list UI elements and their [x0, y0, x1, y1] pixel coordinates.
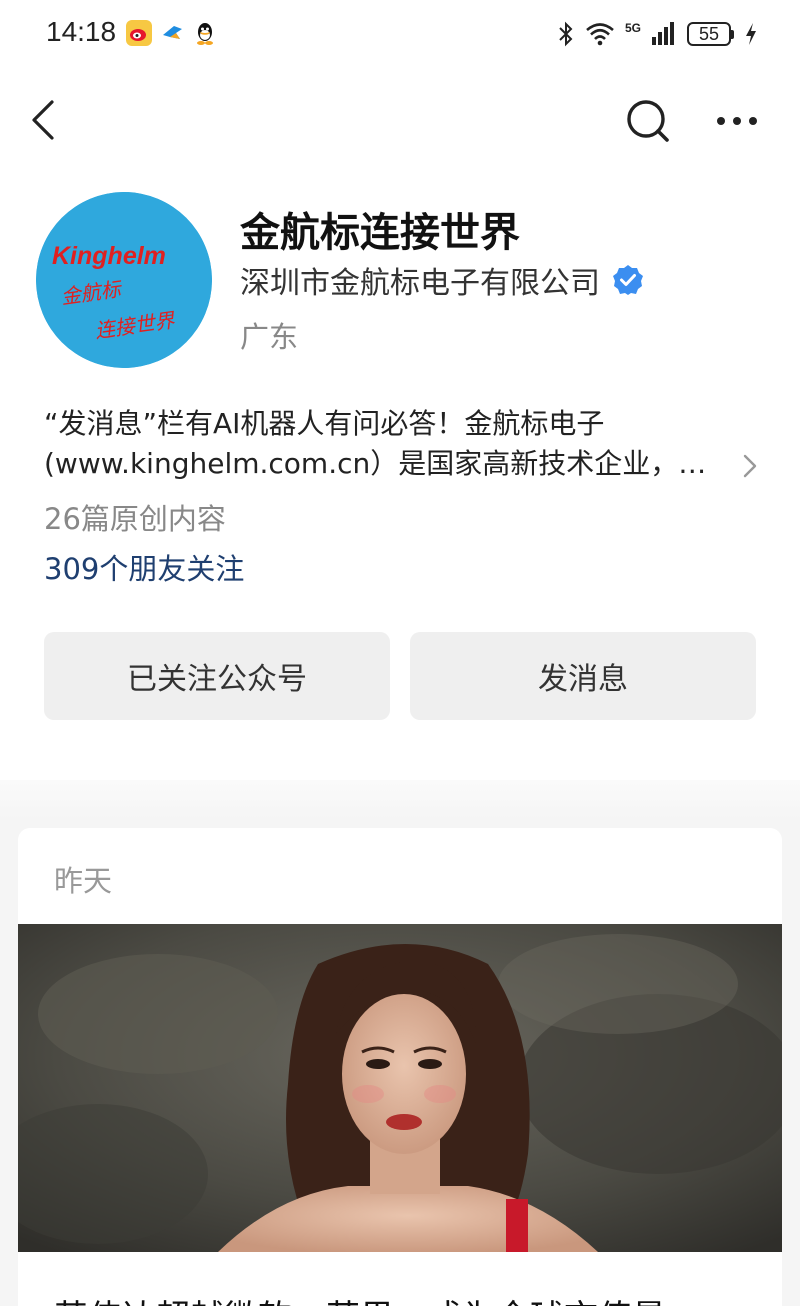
followed-account-button[interactable]: 已关注公众号 [44, 632, 390, 720]
search-icon[interactable] [620, 98, 676, 148]
battery-tip [731, 29, 734, 39]
company-row[interactable]: 深圳市金航标电子有限公司 [240, 258, 644, 302]
avatar[interactable]: Kinghelm 金航标 连接世界 [36, 192, 212, 368]
status-bar: 14:18 5G 55 [0, 0, 800, 70]
status-right-group: 5G 55 [557, 18, 758, 50]
chevron-right-icon [743, 454, 757, 478]
kinghelm-logo-image: Kinghelm 金航标 连接世界 [36, 192, 212, 368]
nav-bar [0, 80, 800, 164]
article-cover-image[interactable] [18, 924, 782, 1252]
bird-app-icon [163, 26, 182, 39]
battery-icon: 55 [687, 22, 734, 46]
verified-badge-icon [613, 265, 643, 295]
signal-icon [652, 22, 674, 45]
friends-following-link[interactable]: 309个朋友关注 [44, 546, 244, 588]
avatar-logo-text: Kinghelm [52, 242, 166, 270]
more-dots-icon[interactable] [708, 98, 766, 148]
company-name: 深圳市金航标电子有限公司 [240, 266, 600, 301]
bluetooth-icon [559, 21, 573, 47]
back-chevron-icon[interactable] [22, 98, 70, 146]
send-message-button[interactable]: 发消息 [410, 632, 756, 720]
article-card[interactable]: 昨天 [18, 828, 782, 1306]
battery-level: 55 [687, 22, 731, 46]
profile-name: 金航标连接世界 [240, 210, 520, 256]
status-time: 14:18 [46, 16, 117, 47]
region: 广东 [240, 320, 299, 354]
weibo-icon [126, 20, 152, 46]
charging-icon [746, 23, 756, 45]
article-title: 英伟达超越微软、苹果，成为全球市值最 [54, 1290, 666, 1306]
description-text: “发消息”栏有AI机器人有问必答！金航标电子(www.kinghelm.com.… [44, 407, 707, 480]
description-row[interactable]: “发消息”栏有AI机器人有问必答！金航标电子(www.kinghelm.com.… [44, 404, 764, 494]
article-date: 昨天 [54, 864, 113, 898]
wifi-icon [586, 23, 614, 46]
original-content-count: 26篇原创内容 [44, 502, 226, 536]
qq-icon [197, 23, 213, 45]
network-type: 5G [624, 21, 641, 35]
